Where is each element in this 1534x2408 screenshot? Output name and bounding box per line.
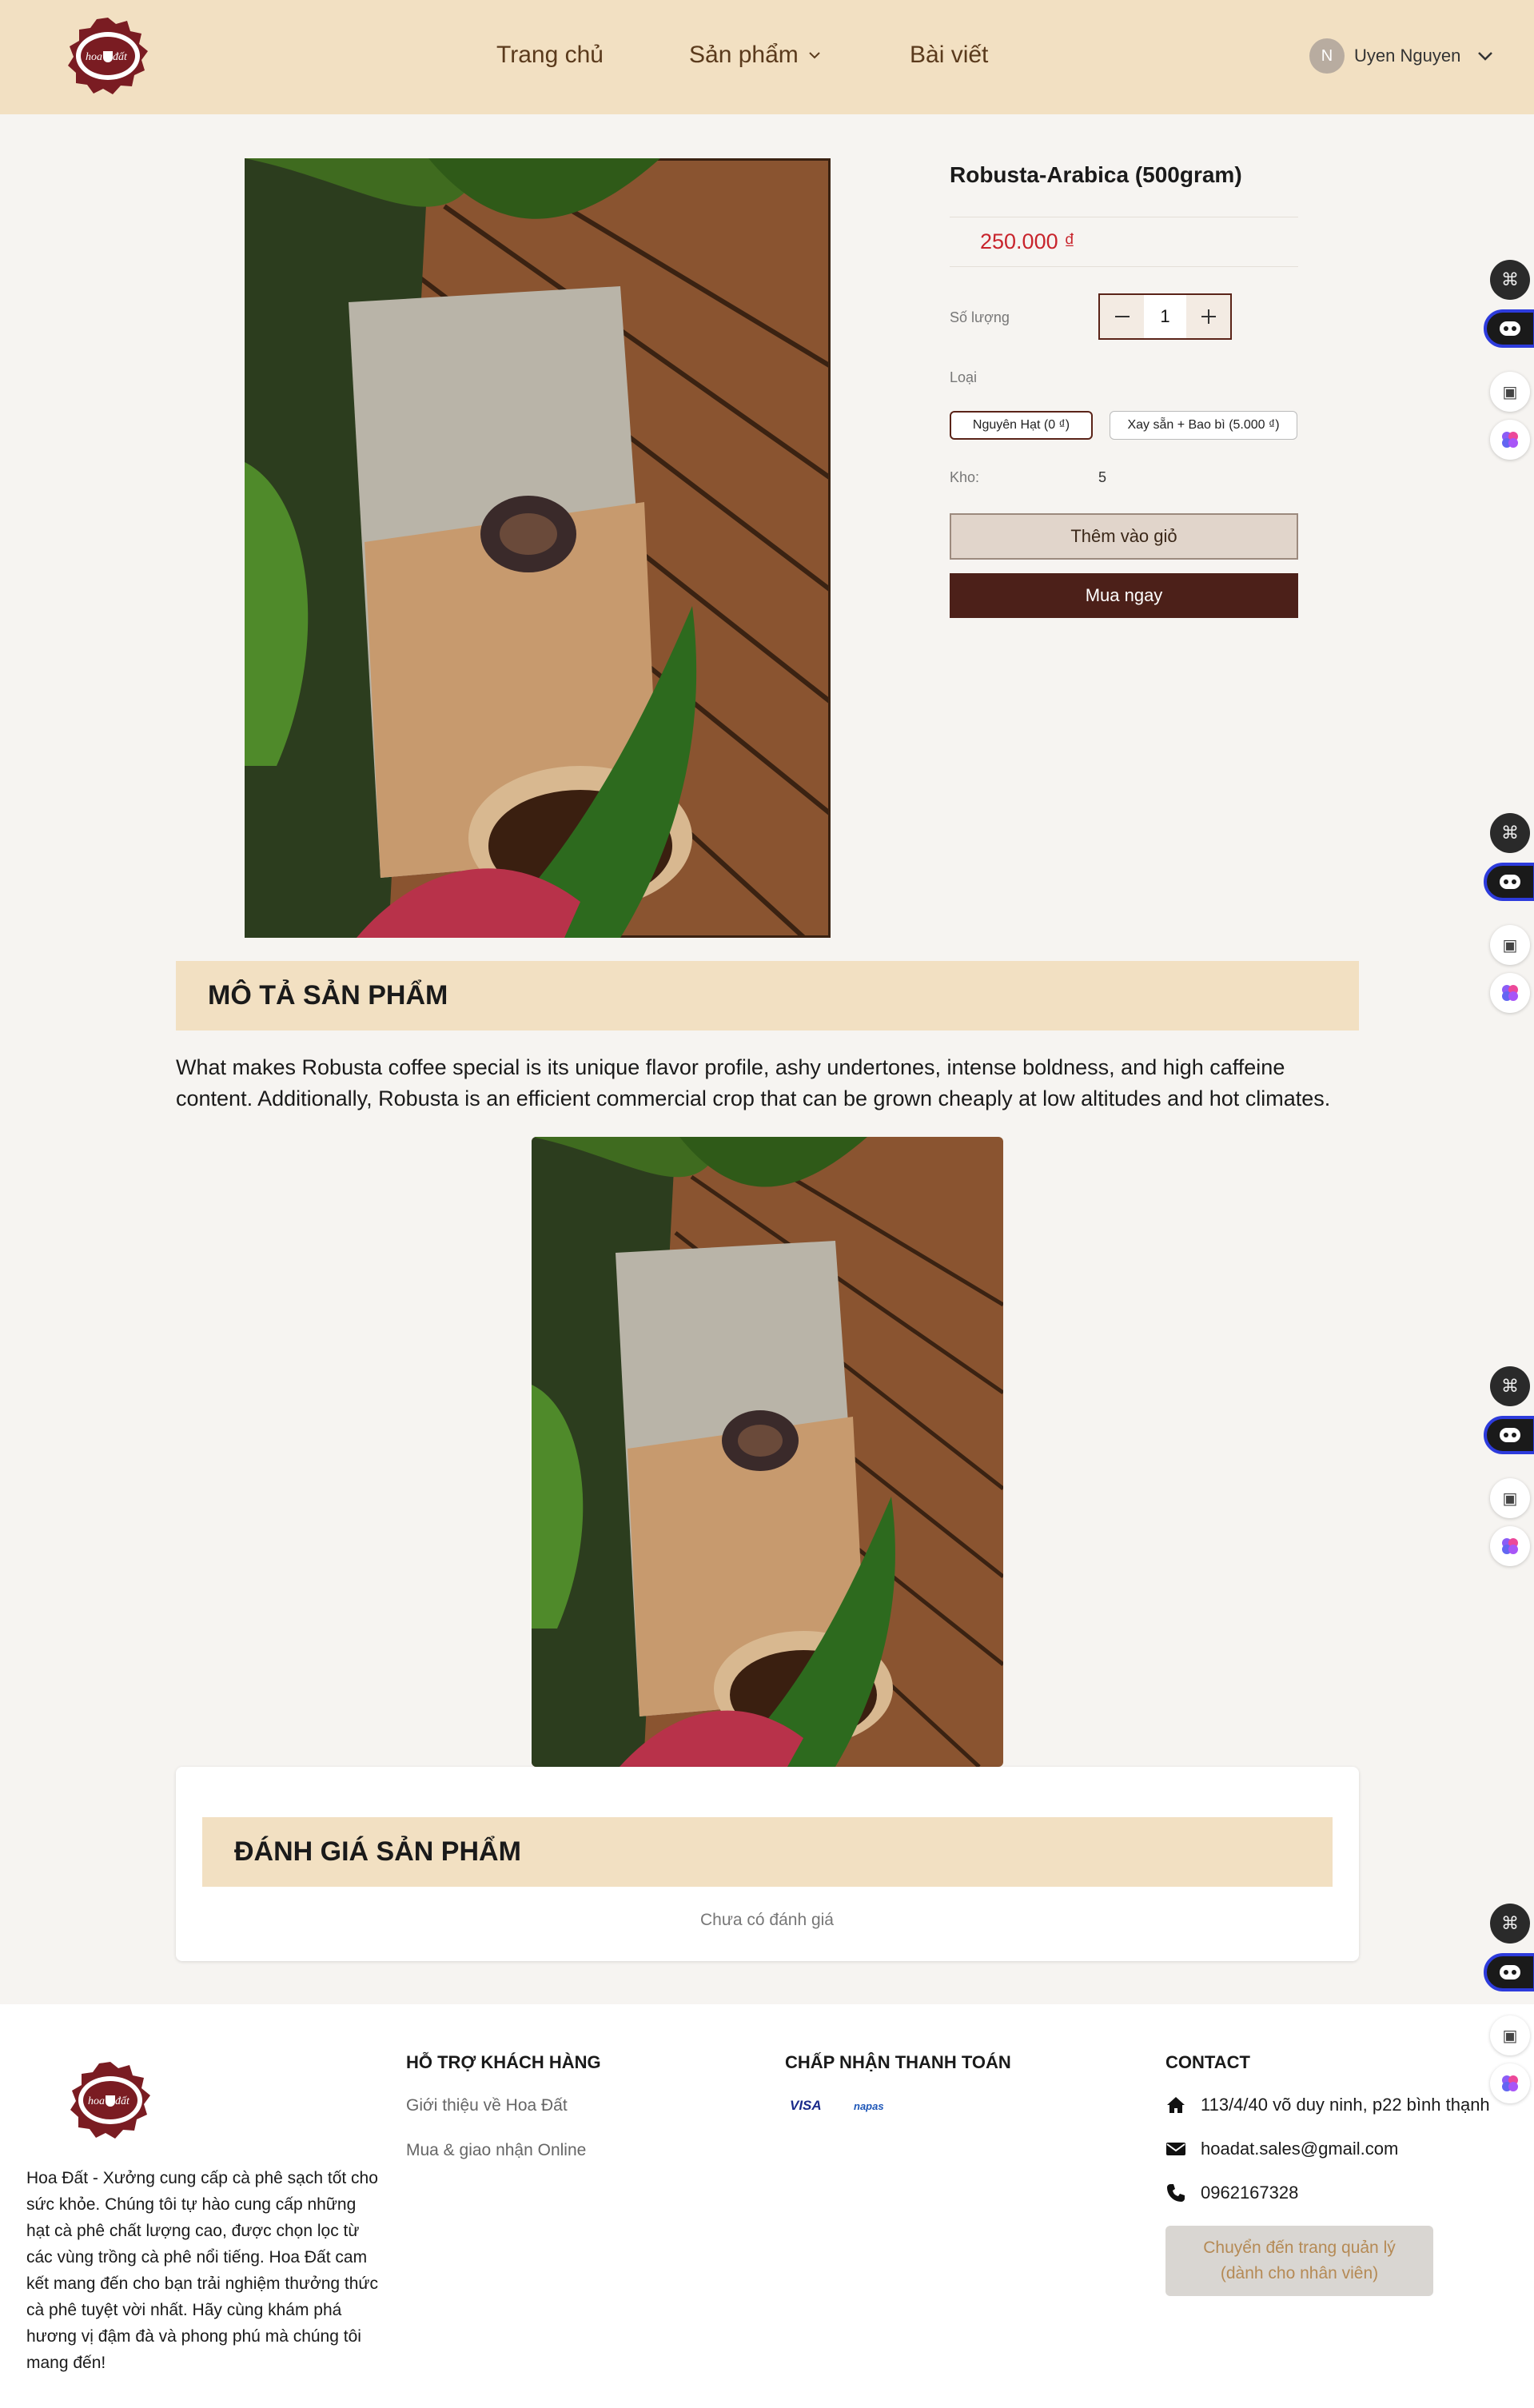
buy-now-button[interactable]: Mua ngay bbox=[950, 573, 1298, 618]
quantity-label: Số lượng bbox=[950, 309, 1010, 325]
divider bbox=[950, 266, 1298, 267]
hoa-dat-logo[interactable]: hoa đất bbox=[56, 14, 160, 98]
contact-email: hoadat.sales@gmail.com bbox=[1165, 2139, 1398, 2159]
admin-button-line1: Chuyển đến trang quản lý bbox=[1203, 2239, 1396, 2257]
brain-icon[interactable] bbox=[1490, 1526, 1530, 1566]
no-reviews-text: Chưa có đánh giá bbox=[699, 1911, 834, 1929]
reviews-heading: ĐÁNH GIÁ SẢN PHẨM bbox=[202, 1817, 1333, 1887]
product-image[interactable] bbox=[245, 158, 831, 938]
floating-widget-group: ⌘ ▣ bbox=[1484, 260, 1534, 460]
svg-text:hoa: hoa bbox=[88, 2095, 105, 2107]
chevron-down-icon bbox=[809, 52, 820, 59]
napas-logo: napas bbox=[854, 2100, 884, 2112]
floating-widget-group: ⌘ ▣ bbox=[1484, 1904, 1534, 2103]
add-to-cart-button[interactable]: Thêm vào giỏ bbox=[950, 513, 1298, 560]
brain-icon[interactable] bbox=[1490, 2063, 1530, 2103]
user-menu[interactable]: N Uyen Nguyen bbox=[1309, 38, 1494, 74]
contact-phone-text: 0962167328 bbox=[1201, 2183, 1299, 2203]
contact-title: CONTACT bbox=[1165, 2052, 1250, 2072]
nav-products-label: Sản phẩm bbox=[689, 42, 799, 68]
bot-icon[interactable] bbox=[1484, 1953, 1534, 1991]
variant-option-ground[interactable]: Xay sẵn + Bao bì (5.000 ₫) bbox=[1110, 411, 1297, 440]
book-icon[interactable]: ▣ bbox=[1490, 2015, 1530, 2055]
contact-address: 113/4/40 võ duy ninh, p22 bình thạnh bbox=[1165, 2095, 1490, 2115]
bot-icon[interactable] bbox=[1484, 863, 1534, 901]
command-icon[interactable]: ⌘ bbox=[1490, 1904, 1530, 1944]
brain-icon[interactable] bbox=[1490, 973, 1530, 1013]
admin-page-button[interactable]: Chuyển đến trang quản lý (dành cho nhân … bbox=[1165, 2226, 1433, 2296]
type-label: Loại bbox=[950, 369, 978, 385]
home-icon bbox=[1167, 2097, 1185, 2113]
visa-logo: VISA bbox=[790, 2098, 822, 2113]
coffee-bag-photo bbox=[245, 158, 831, 938]
mail-icon bbox=[1166, 2143, 1185, 2155]
command-icon[interactable]: ⌘ bbox=[1490, 1366, 1530, 1406]
chevron-down-icon bbox=[1478, 52, 1493, 61]
avatar: N bbox=[1309, 38, 1345, 74]
description-heading: MÔ TẢ SẢN PHẨM bbox=[176, 961, 1359, 1031]
increase-button[interactable] bbox=[1186, 295, 1230, 338]
contact-phone: 0962167328 bbox=[1165, 2183, 1298, 2203]
site-header: hoa đất Trang chủ Sản phẩm Bài viết N Uy… bbox=[0, 0, 1534, 114]
support-title: HỖ TRỢ KHÁCH HÀNG bbox=[406, 2052, 601, 2072]
variant-option-whole-bean[interactable]: Nguyên Hạt (0 ₫) bbox=[950, 411, 1093, 440]
coffee-bag-photo bbox=[532, 1137, 1003, 1767]
command-icon[interactable]: ⌘ bbox=[1490, 260, 1530, 300]
payment-title: CHẤP NHẬN THANH TOÁN bbox=[785, 2052, 1011, 2072]
stock-value: 5 bbox=[1098, 469, 1107, 485]
floating-widget-group: ⌘ ▣ bbox=[1484, 813, 1534, 1013]
link-online-shopping[interactable]: Mua & giao nhận Online bbox=[406, 2141, 586, 2160]
phone-icon bbox=[1167, 2184, 1185, 2202]
link-about-hoa-dat[interactable]: Giới thiệu về Hoa Đất bbox=[406, 2096, 568, 2115]
quantity-stepper: 1 bbox=[1098, 293, 1232, 340]
svg-text:hoa: hoa bbox=[86, 51, 102, 63]
quantity-input[interactable]: 1 bbox=[1144, 295, 1186, 338]
floating-widget-group: ⌘ ▣ bbox=[1484, 1366, 1534, 1566]
book-icon[interactable]: ▣ bbox=[1490, 372, 1530, 412]
minus-icon bbox=[1114, 316, 1130, 317]
nav-posts[interactable]: Bài viết bbox=[910, 42, 988, 69]
admin-button-line2: (dành cho nhân viên) bbox=[1220, 2264, 1379, 2282]
product-title: Robusta-Arabica (500gram) bbox=[950, 162, 1242, 187]
nav-home[interactable]: Trang chủ bbox=[496, 42, 604, 69]
svg-text:đất: đất bbox=[115, 2095, 130, 2107]
bot-icon[interactable] bbox=[1484, 1416, 1534, 1454]
brain-icon[interactable] bbox=[1490, 420, 1530, 460]
nav-products[interactable]: Sản phẩm bbox=[689, 42, 821, 69]
plus-icon bbox=[1201, 309, 1216, 324]
decrease-button[interactable] bbox=[1100, 295, 1144, 338]
hoa-dat-logo[interactable]: hoa đất bbox=[54, 2059, 166, 2142]
product-price: 250.000 ₫ bbox=[980, 229, 1075, 253]
book-icon[interactable]: ▣ bbox=[1490, 925, 1530, 965]
svg-text:đất: đất bbox=[113, 51, 128, 63]
contact-email-text: hoadat.sales@gmail.com bbox=[1201, 2139, 1399, 2159]
bot-icon[interactable] bbox=[1484, 309, 1534, 348]
user-name: Uyen Nguyen bbox=[1354, 46, 1461, 66]
description-text: What makes Robusta coffee special is its… bbox=[176, 1055, 1331, 1110]
contact-address-text: 113/4/40 võ duy ninh, p22 bình thạnh bbox=[1201, 2095, 1490, 2115]
book-icon[interactable]: ▣ bbox=[1490, 1478, 1530, 1518]
command-icon[interactable]: ⌘ bbox=[1490, 813, 1530, 853]
footer-about-text: Hoa Đất - Xưởng cung cấp cà phê sạch tốt… bbox=[26, 2169, 378, 2372]
stock-label: Kho: bbox=[950, 469, 980, 485]
description-image[interactable] bbox=[532, 1137, 1003, 1767]
